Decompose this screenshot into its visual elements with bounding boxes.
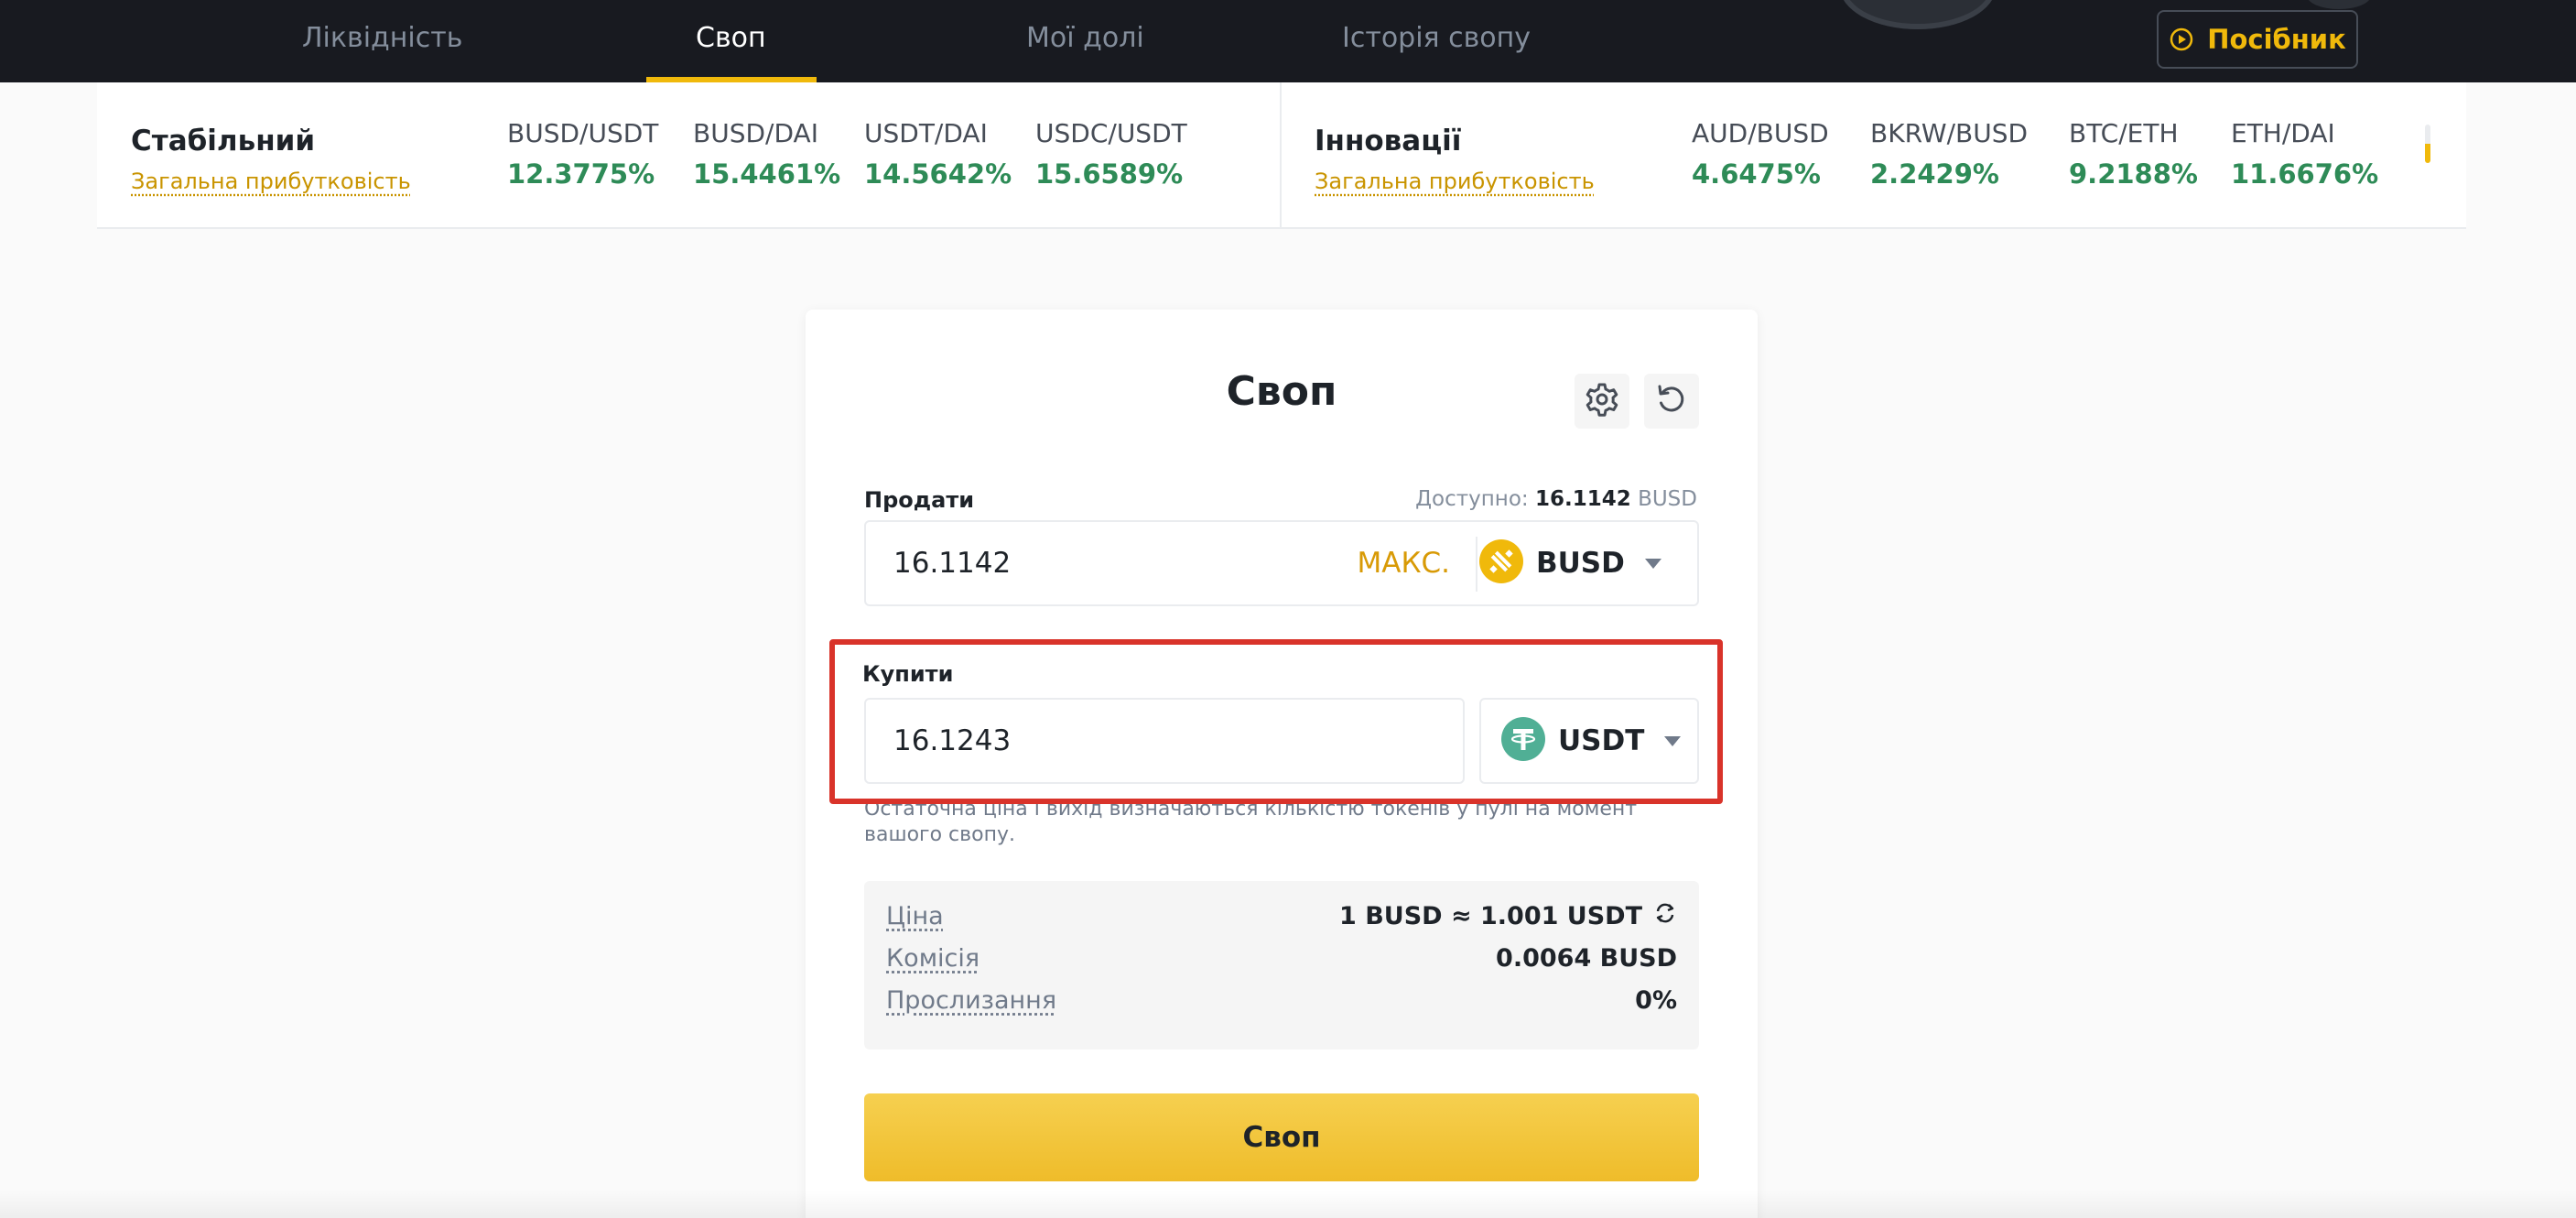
settings-button[interactable] — [1575, 374, 1629, 429]
stable-total-yield-link[interactable]: Загальна прибутковість — [131, 169, 411, 194]
available-label: Доступно: — [1415, 487, 1529, 511]
pair-yield: 15.4461% — [693, 158, 840, 190]
available-unit: BUSD — [1638, 487, 1697, 511]
play-circle-icon — [2169, 27, 2194, 52]
chevron-down-icon — [1664, 736, 1681, 746]
sell-token-name: BUSD — [1536, 547, 1625, 580]
fee-row: Комісія 0.0064 BUSD — [886, 940, 1677, 976]
scroll-indicator[interactable] — [2425, 125, 2430, 163]
innovation-total-yield-link[interactable]: Загальна прибутковість — [1315, 169, 1595, 194]
innovation-group-title: Інновації — [1315, 125, 1461, 158]
buy-label: Купити — [862, 661, 953, 687]
swap-details: Ціна 1 BUSD ≈ 1.001 USDT Комісія 0.0064 … — [864, 881, 1699, 1049]
sell-token-selector[interactable]: BUSD — [1479, 535, 1661, 592]
slippage-row: Прослизання 0% — [886, 982, 1677, 1018]
price-value-wrap: 1 BUSD ≈ 1.001 USDT — [1339, 901, 1677, 931]
pair-name: BUSD/USDT — [507, 117, 658, 150]
yield-pair[interactable]: ETH/DAI 11.6676% — [2231, 117, 2378, 190]
available-amount: 16.1142 — [1535, 487, 1631, 511]
usdt-coin-icon — [1501, 717, 1545, 765]
guide-button[interactable]: Посібник — [2157, 10, 2358, 69]
pair-name: BUSD/DAI — [693, 117, 840, 150]
page-bottom-shadow — [0, 1191, 2576, 1218]
decorative-shape — [1840, 0, 1996, 29]
gear-icon — [1584, 381, 1620, 421]
buy-amount-input[interactable] — [893, 700, 1296, 782]
price-label[interactable]: Ціна — [886, 902, 944, 930]
chevron-down-icon — [1645, 559, 1661, 569]
sell-input-box: МАКС. BUSD — [864, 520, 1699, 606]
price-value: 1 BUSD ≈ 1.001 USDT — [1339, 902, 1642, 930]
pair-yield: 14.5642% — [864, 158, 1012, 190]
pair-name: USDT/DAI — [864, 117, 1012, 150]
history-icon — [1653, 381, 1690, 421]
sell-label: Продати — [864, 487, 974, 513]
tab-liquidity[interactable]: Ліквідність — [302, 0, 462, 82]
group-divider — [1280, 82, 1282, 229]
buy-token-name: USDT — [1558, 724, 1644, 757]
buy-token-selector[interactable]: USDT — [1501, 712, 1681, 769]
guide-label: Посібник — [2207, 24, 2346, 55]
price-disclaimer: Остаточна ціна і вихід визначаються кіль… — [864, 797, 1688, 848]
tab-swap-history[interactable]: Історія свопу — [1342, 0, 1531, 82]
max-button[interactable]: МАКС. — [1358, 522, 1450, 604]
tab-my-shares[interactable]: Мої долі — [1026, 0, 1144, 82]
decorative-shape — [2307, 0, 2371, 9]
pair-name: ETH/DAI — [2231, 117, 2378, 150]
tab-swap[interactable]: Своп — [696, 0, 766, 82]
buy-input-box — [864, 698, 1465, 784]
pair-yield: 9.2188% — [2069, 158, 2198, 190]
pair-yield: 4.6475% — [1692, 158, 1829, 190]
swap-button[interactable]: Своп — [864, 1093, 1699, 1181]
yield-pair[interactable]: USDC/USDT 15.6589% — [1035, 117, 1187, 190]
slippage-label[interactable]: Прослизання — [886, 986, 1056, 1015]
fee-value: 0.0064 BUSD — [1496, 944, 1677, 973]
pair-name: BKRW/BUSD — [1870, 117, 2028, 150]
slippage-value: 0% — [1635, 986, 1677, 1015]
swap-card: Своп Продати Доступно: 16.1142 BUSD МАКС… — [806, 310, 1758, 1218]
pair-name: AUD/BUSD — [1692, 117, 1829, 150]
yield-pair[interactable]: USDT/DAI 14.5642% — [864, 117, 1012, 190]
pair-yield: 12.3775% — [507, 158, 658, 190]
yield-pair[interactable]: BUSD/USDT 12.3775% — [507, 117, 658, 190]
price-row: Ціна 1 BUSD ≈ 1.001 USDT — [886, 897, 1677, 934]
yield-pair[interactable]: BKRW/BUSD 2.2429% — [1870, 117, 2028, 190]
pair-yield: 2.2429% — [1870, 158, 2028, 190]
sell-amount-input[interactable] — [893, 522, 1296, 604]
buy-token-box: USDT — [1479, 698, 1699, 784]
fee-label[interactable]: Комісія — [886, 944, 980, 973]
swap-direction-icon[interactable] — [1653, 901, 1677, 931]
yield-pair[interactable]: AUD/BUSD 4.6475% — [1692, 117, 1829, 190]
pair-yield: 15.6589% — [1035, 158, 1187, 190]
pair-name: USDC/USDT — [1035, 117, 1187, 150]
available-balance: Доступно: 16.1142 BUSD — [1415, 487, 1697, 511]
yield-pair[interactable]: BUSD/DAI 15.4461% — [693, 117, 840, 190]
yield-bar: Стабільний Загальна прибутковість BUSD/U… — [97, 82, 2466, 229]
field-separator — [1476, 537, 1477, 592]
stable-group-title: Стабільний — [131, 125, 315, 158]
pair-yield: 11.6676% — [2231, 158, 2378, 190]
pair-name: BTC/ETH — [2069, 117, 2198, 150]
busd-coin-icon — [1479, 539, 1523, 587]
top-navigation: Ліквідність Своп Мої долі Історія свопу … — [0, 0, 2576, 82]
yield-pair[interactable]: BTC/ETH 9.2188% — [2069, 117, 2198, 190]
refresh-button[interactable] — [1644, 374, 1699, 429]
